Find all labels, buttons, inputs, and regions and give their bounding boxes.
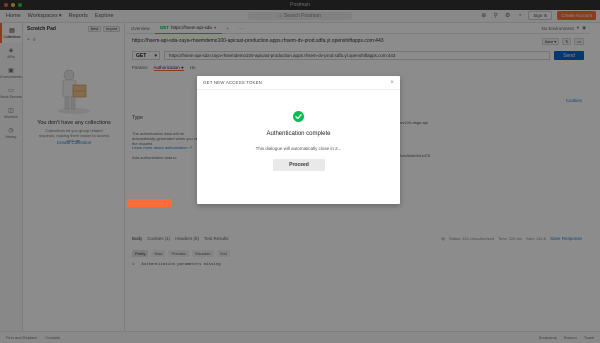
modal-header: GET NEW ACCESS TOKEN × <box>197 76 400 90</box>
success-check-icon <box>293 111 304 122</box>
get-token-button-behind <box>127 199 171 207</box>
modal-subtitle: This dialogue will automatically close i… <box>255 146 342 151</box>
access-token-modal: GET NEW ACCESS TOKEN × Authentication co… <box>197 76 400 204</box>
proceed-button[interactable]: Proceed <box>273 159 325 171</box>
modal-heading: Authentication complete <box>266 131 331 137</box>
close-icon[interactable]: × <box>390 80 394 86</box>
modal-title: GET NEW ACCESS TOKEN <box>203 80 263 85</box>
